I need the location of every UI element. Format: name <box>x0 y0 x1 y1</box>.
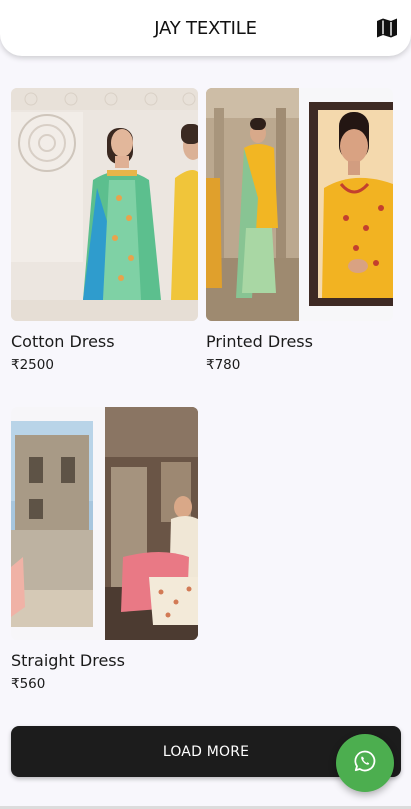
app-bar: JAY TEXTILE <box>0 0 411 56</box>
product-image[interactable] <box>206 88 393 321</box>
whatsapp-button[interactable] <box>336 734 394 792</box>
product-price: ₹560 <box>11 676 46 692</box>
product-card-cotton-dress[interactable]: Cotton Dress ₹2500 <box>11 88 198 373</box>
product-price: ₹780 <box>206 357 241 373</box>
product-name[interactable]: Straight Dress <box>11 651 125 670</box>
product-image[interactable] <box>11 407 198 640</box>
product-card-printed-dress[interactable]: Printed Dress ₹780 <box>206 88 393 373</box>
product-price: ₹2500 <box>11 357 54 373</box>
map-icon[interactable] <box>375 16 399 40</box>
product-card-straight-dress[interactable]: Straight Dress ₹560 <box>11 407 198 692</box>
screen: JAY TEXTILE Cotton Dress ₹2500 Printed D… <box>0 0 411 809</box>
product-name[interactable]: Printed Dress <box>206 332 313 351</box>
product-name[interactable]: Cotton Dress <box>11 332 115 351</box>
load-more-label: LOAD MORE <box>162 743 250 760</box>
whatsapp-icon <box>353 749 377 777</box>
product-image[interactable] <box>11 88 198 321</box>
app-title: JAY TEXTILE <box>154 17 257 39</box>
